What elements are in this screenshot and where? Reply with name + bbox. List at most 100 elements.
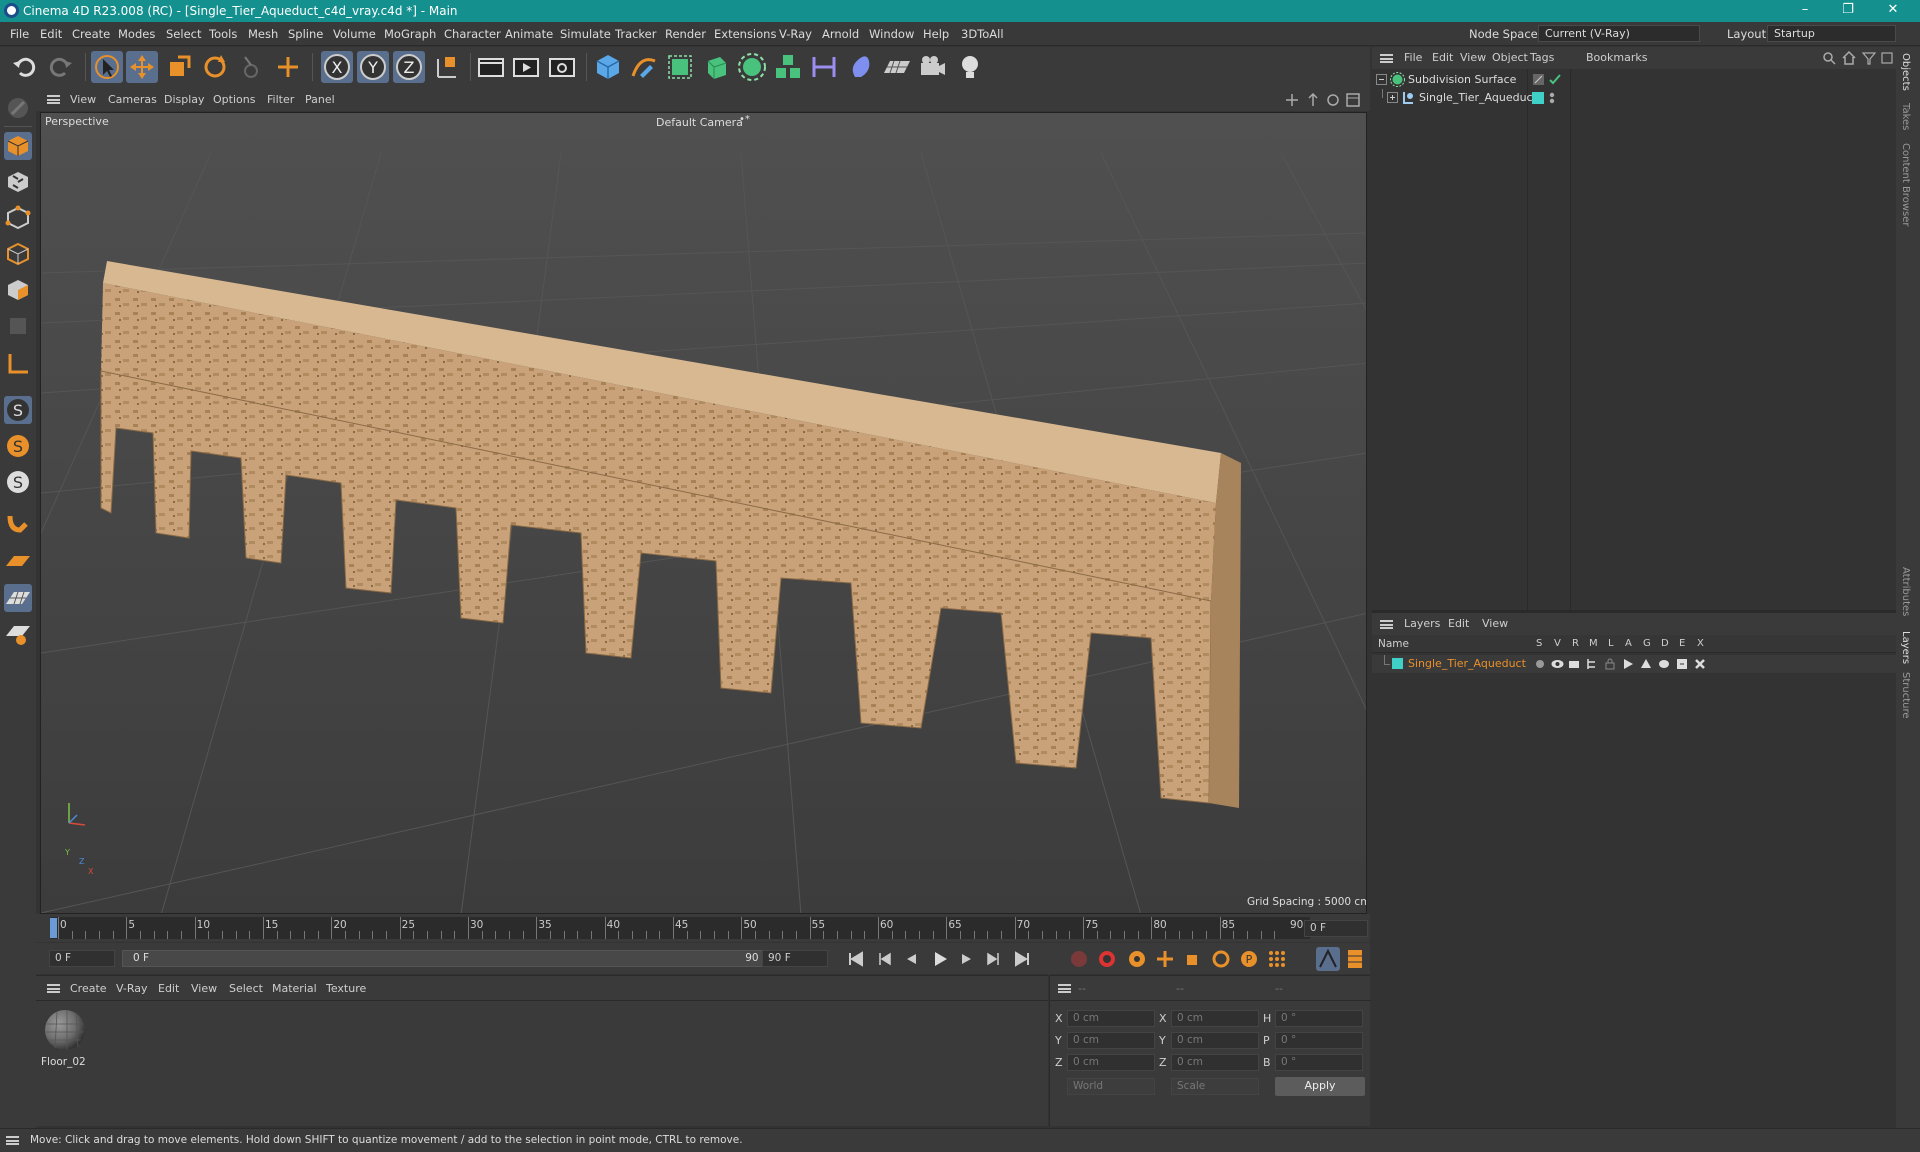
polygons-mode-icon[interactable] [4, 276, 32, 304]
symmetry-icon[interactable] [808, 51, 840, 83]
render-toggle-icon[interactable] [1568, 658, 1580, 670]
solo-toggle-icon[interactable] [1535, 659, 1545, 669]
snap-mode-icon[interactable]: S [4, 468, 32, 496]
deformers-toggle-icon[interactable] [1658, 658, 1670, 670]
expand-icon[interactable] [1387, 92, 1398, 103]
restore-button[interactable]: ❐ [1833, 2, 1863, 20]
viewport-menu-filter[interactable]: Filter [267, 93, 294, 106]
edges-mode-icon[interactable] [4, 240, 32, 268]
editor-visibility-icon[interactable] [1532, 73, 1545, 86]
viewport-rotate-icon[interactable] [1326, 93, 1340, 107]
layer-name[interactable]: Single_Tier_Aqueduct [1408, 657, 1526, 670]
visibility-dots-icon[interactable] [1548, 91, 1556, 105]
material-menu-edit[interactable]: Edit [158, 982, 179, 995]
om-menu-view[interactable]: View [1460, 51, 1486, 64]
autokey-icon[interactable] [1097, 949, 1117, 969]
layer-color-swatch[interactable] [1532, 92, 1544, 104]
home-icon[interactable] [1842, 51, 1856, 65]
extrude-icon[interactable] [700, 51, 732, 83]
layer-row[interactable]: Single_Tier_Aqueduct [1372, 655, 1896, 673]
menu-mograph[interactable]: MoGraph [384, 27, 436, 41]
go-to-end-icon[interactable] [1013, 950, 1031, 968]
material-menu-vray[interactable]: V-Ray [116, 982, 148, 995]
size-x-field[interactable]: 0 cm [1171, 1010, 1259, 1027]
parameter-key-icon[interactable]: P [1239, 949, 1259, 969]
go-to-start-icon[interactable] [847, 950, 865, 968]
move-tool-icon[interactable] [126, 51, 158, 83]
generators-toggle-icon[interactable] [1640, 658, 1652, 670]
filter-icon[interactable] [1862, 51, 1876, 65]
collapse-icon[interactable] [1376, 74, 1387, 85]
grid-icon[interactable] [4, 584, 32, 612]
om-menu-edit[interactable]: Edit [1432, 51, 1453, 64]
layer-menu-icon[interactable] [1380, 620, 1393, 629]
uv-mode-icon[interactable] [4, 312, 32, 340]
frame-range-slider[interactable]: 0 F 90 F [122, 950, 777, 967]
viewport-menu-icon[interactable] [47, 95, 60, 104]
timeline-playhead[interactable] [50, 918, 57, 938]
menu-mesh[interactable]: Mesh [248, 27, 278, 41]
array-icon[interactable] [772, 51, 804, 83]
viewport-menu-options[interactable]: Options [213, 93, 255, 106]
scale-key-icon[interactable] [1183, 949, 1203, 969]
size-y-field[interactable]: 0 cm [1171, 1032, 1259, 1049]
viewport-pan-icon[interactable] [1285, 93, 1299, 107]
menu-create[interactable]: Create [72, 27, 110, 41]
menu-render[interactable]: Render [665, 27, 706, 41]
menu-volume[interactable]: Volume [333, 27, 376, 41]
menu-spline[interactable]: Spline [288, 27, 323, 41]
menu-modes[interactable]: Modes [118, 27, 155, 41]
play-icon[interactable] [930, 949, 950, 969]
select-tool-icon[interactable] [91, 51, 123, 83]
previous-key-icon[interactable] [876, 950, 894, 968]
z-axis-icon[interactable]: Z [393, 51, 425, 83]
coord-space-dropdown[interactable]: World [1067, 1078, 1155, 1095]
render-view-icon[interactable] [475, 51, 507, 83]
rot-p-field[interactable]: 0 ° [1275, 1032, 1363, 1049]
viewport-menu-cameras[interactable]: Cameras [108, 93, 157, 106]
record-icon[interactable] [1069, 949, 1089, 969]
viewport-menu-view[interactable]: View [70, 93, 96, 106]
expressions-toggle-icon[interactable] [1676, 658, 1688, 670]
material-menu-icon[interactable] [47, 984, 60, 993]
new-view-icon[interactable] [1880, 51, 1894, 65]
menu-3dtoall[interactable]: 3DToAll [961, 27, 1004, 41]
material-menu-texture[interactable]: Texture [326, 982, 366, 995]
light-icon[interactable] [954, 51, 986, 83]
pos-y-field[interactable]: 0 cm [1067, 1032, 1155, 1049]
eye-icon[interactable] [1551, 658, 1564, 670]
recent-tool-icon[interactable] [235, 51, 267, 83]
om-menu-tags[interactable]: Tags [1530, 51, 1554, 64]
next-key-icon[interactable] [984, 950, 1002, 968]
manager-toggle-icon[interactable] [1586, 658, 1598, 670]
deformer-icon[interactable] [845, 51, 877, 83]
make-editable-icon[interactable] [4, 94, 32, 122]
viewport-maximize-icon[interactable] [1346, 93, 1360, 107]
menu-file[interactable]: File [10, 27, 29, 41]
coordinates-menu-icon[interactable] [1058, 984, 1071, 993]
material-item[interactable]: Floor_02 [41, 1006, 89, 1074]
next-frame-icon[interactable] [958, 950, 976, 968]
layer-menu-edit[interactable]: Edit [1448, 617, 1469, 630]
points-mode-icon[interactable] [4, 204, 32, 232]
snap-icon[interactable]: S [4, 396, 32, 424]
tab-content-browser[interactable]: Content Browser [1900, 143, 1911, 226]
start-frame-field[interactable]: 0 F [49, 950, 115, 967]
layer-menu-layers[interactable]: Layers [1404, 617, 1440, 630]
menu-extensions[interactable]: Extensions [714, 27, 776, 41]
point-level-key-icon[interactable] [1267, 949, 1287, 969]
layer-menu-view[interactable]: View [1482, 617, 1508, 630]
search-icon[interactable] [1822, 51, 1836, 65]
undo-icon[interactable] [9, 51, 41, 83]
tab-takes[interactable]: Takes [1900, 103, 1911, 130]
end-frame-field[interactable]: 90 F [762, 950, 828, 967]
y-axis-icon[interactable]: Y [357, 51, 389, 83]
tab-attributes[interactable]: Attributes [1900, 567, 1911, 616]
rot-b-field[interactable]: 0 ° [1275, 1054, 1363, 1071]
menu-tools[interactable]: Tools [209, 27, 237, 41]
cube-icon[interactable] [592, 51, 624, 83]
3d-viewport[interactable]: Perspective Default Camera •* Y X Z Grid… [40, 112, 1367, 914]
menu-tracker[interactable]: Tracker [615, 27, 657, 41]
floor-grid-icon[interactable] [4, 548, 32, 576]
coordinate-system-icon[interactable] [431, 51, 463, 83]
